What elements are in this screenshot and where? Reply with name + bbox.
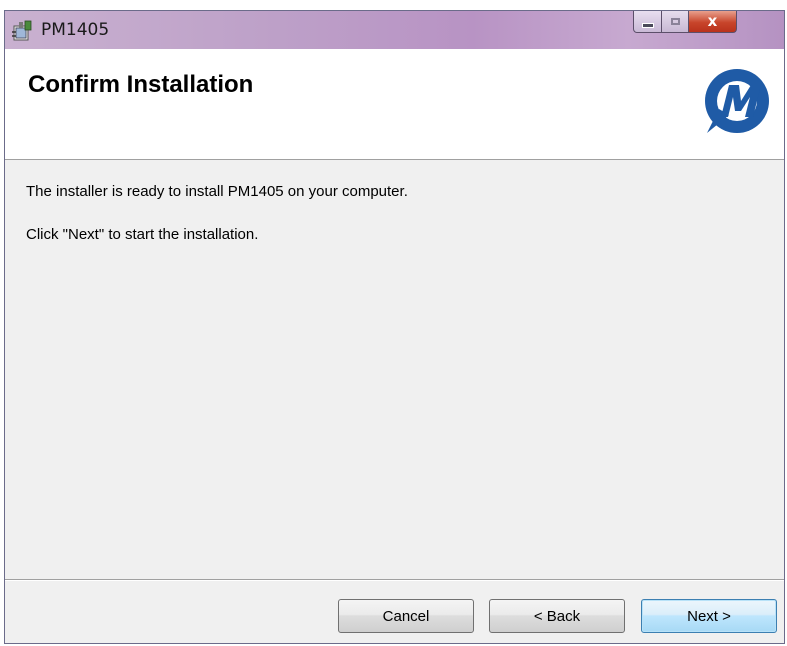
cancel-button[interactable]: Cancel <box>338 599 474 633</box>
close-icon: x <box>707 12 718 30</box>
window-title: PM1405 <box>41 20 110 40</box>
instruction-message: Click "Next" to start the installation. <box>26 226 259 243</box>
maximize-button[interactable] <box>661 11 689 33</box>
back-button[interactable]: < Back <box>489 599 625 633</box>
minimize-icon <box>641 23 654 28</box>
title-bar[interactable]: PM1405 x <box>5 11 784 50</box>
m-logo <box>705 69 769 133</box>
header-banner: Confirm Installation <box>5 49 784 160</box>
close-button[interactable]: x <box>688 11 737 33</box>
next-button[interactable]: Next > <box>641 599 777 633</box>
installer-package-icon <box>12 20 32 41</box>
ready-message: The installer is ready to install PM1405… <box>26 183 408 200</box>
maximize-icon <box>670 18 680 25</box>
footer-divider <box>5 579 784 581</box>
installer-window: PM1405 x Confirm Installation The instal… <box>4 10 785 644</box>
minimize-button[interactable] <box>633 11 662 33</box>
page-title: Confirm Installation <box>28 71 254 98</box>
